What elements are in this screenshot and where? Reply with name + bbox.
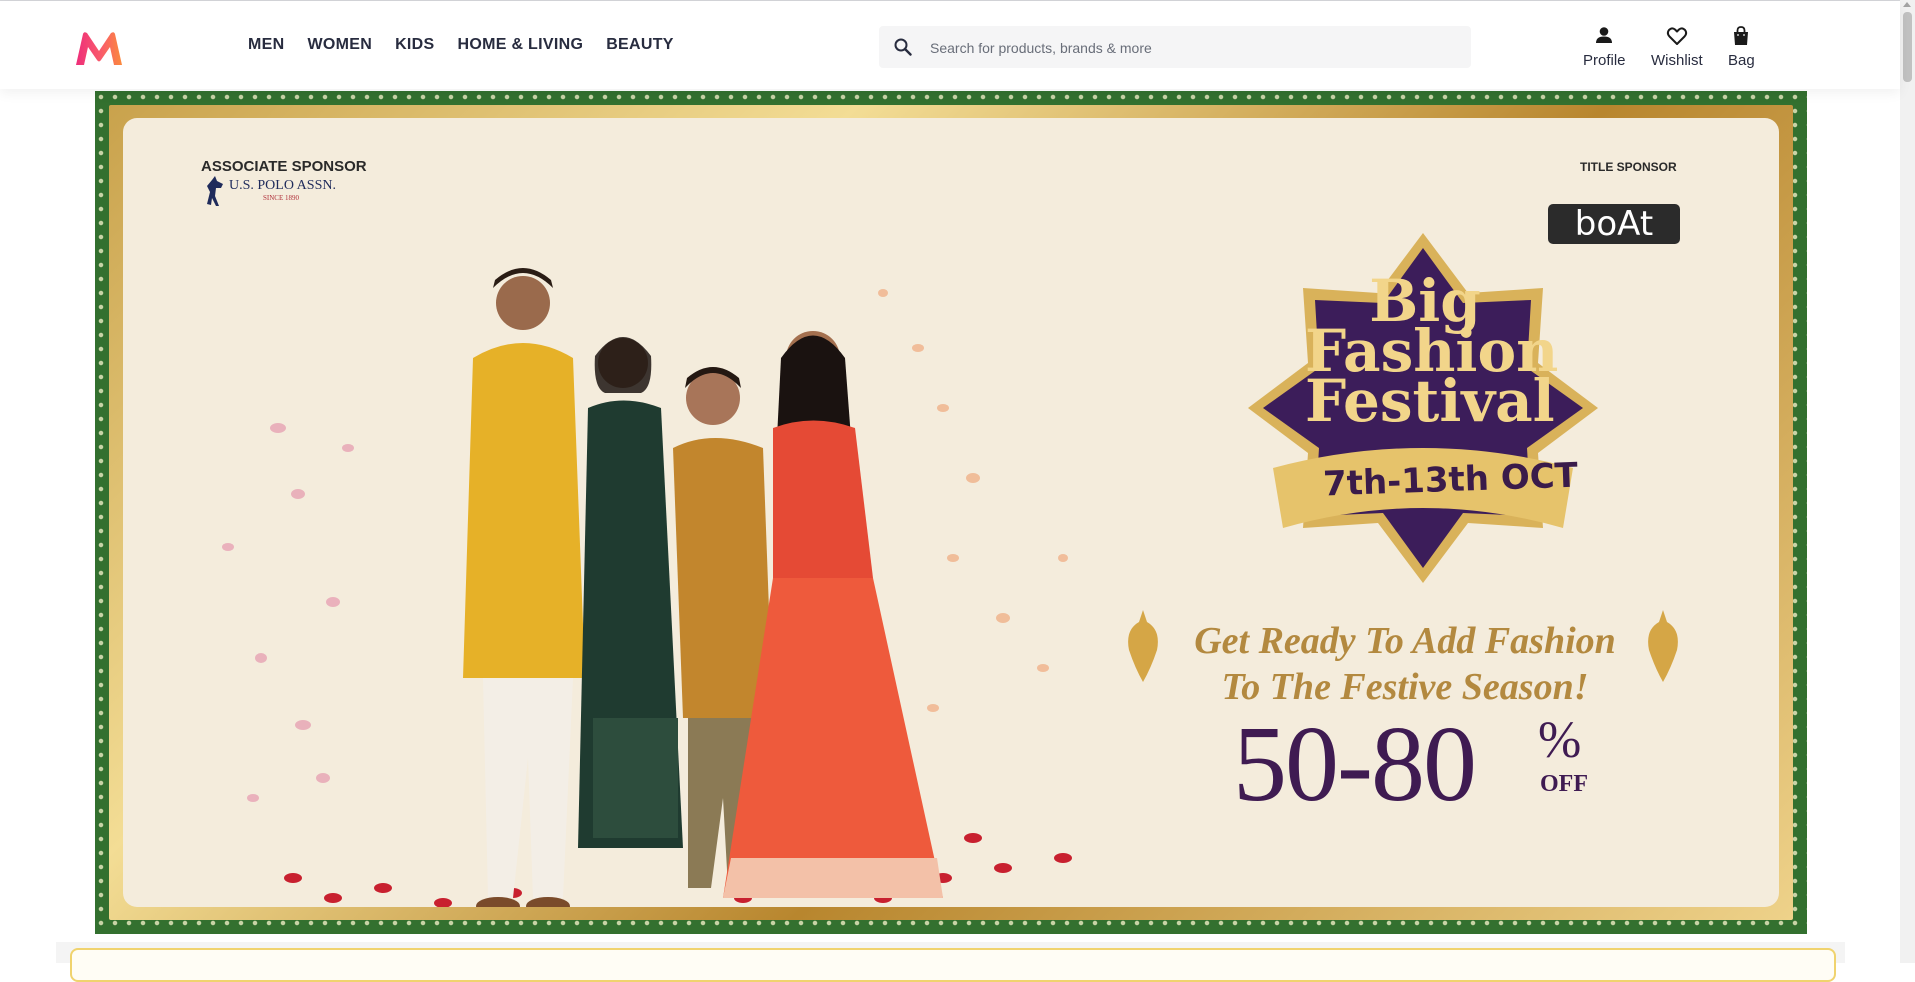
main-nav: MEN WOMEN KIDS HOME & LIVING BEAUTY — [248, 36, 674, 54]
tagline-line1: Get Ready To Add Fashion — [1194, 620, 1616, 662]
search-bar — [879, 26, 1471, 69]
site-header: MEN WOMEN KIDS HOME & LIVING BEAUTY Prof… — [0, 1, 1900, 89]
discount-off: OFF — [1540, 771, 1588, 797]
discount-percent: % — [1538, 712, 1582, 769]
bag-button[interactable]: Bag — [1728, 25, 1755, 69]
festival-title: Big Fashion Festival — [1305, 272, 1558, 435]
nav-men[interactable]: MEN — [248, 36, 284, 54]
scrollbar-thumb[interactable] — [1903, 12, 1912, 82]
page-scrollbar[interactable] — [1900, 0, 1915, 963]
scroll-up-icon[interactable] — [1903, 2, 1911, 7]
festival-title-line3: Festival — [1305, 367, 1555, 435]
profile-button[interactable]: Profile — [1583, 25, 1626, 69]
festival-banner[interactable]: ASSOCIATE SPONSOR U.S. POLO ASSN. SINCE … — [95, 91, 1807, 934]
wishlist-button[interactable]: Wishlist — [1651, 25, 1703, 69]
nav-women[interactable]: WOMEN — [307, 36, 372, 54]
wishlist-label: Wishlist — [1651, 52, 1703, 69]
discount-offer: 50-80 % OFF — [1233, 703, 1588, 827]
next-section-card[interactable] — [70, 948, 1836, 982]
nav-beauty[interactable]: BEAUTY — [606, 36, 674, 54]
associate-sponsor-brand: U.S. POLO ASSN. — [229, 178, 336, 193]
myntra-logo-icon[interactable] — [74, 31, 124, 67]
tagline: Get Ready To Add Fashion To The Festive … — [1155, 618, 1655, 710]
search-icon[interactable] — [894, 38, 912, 56]
nav-kids[interactable]: KIDS — [395, 36, 434, 54]
profile-label: Profile — [1583, 52, 1626, 69]
nav-home-living[interactable]: HOME & LIVING — [458, 36, 584, 54]
bag-icon — [1730, 25, 1752, 47]
models-illustration — [222, 268, 1072, 907]
heart-icon — [1666, 25, 1688, 47]
search-input[interactable] — [928, 27, 1452, 69]
banner-content: ASSOCIATE SPONSOR U.S. POLO ASSN. SINCE … — [123, 118, 1779, 907]
discount-range: 50-80 — [1233, 705, 1477, 824]
bag-label: Bag — [1728, 52, 1755, 69]
next-section — [56, 942, 1845, 982]
associate-sponsor-label: ASSOCIATE SPONSOR — [201, 158, 367, 175]
title-sponsor-label: TITLE SPONSOR — [1580, 160, 1677, 174]
profile-icon — [1593, 25, 1615, 47]
